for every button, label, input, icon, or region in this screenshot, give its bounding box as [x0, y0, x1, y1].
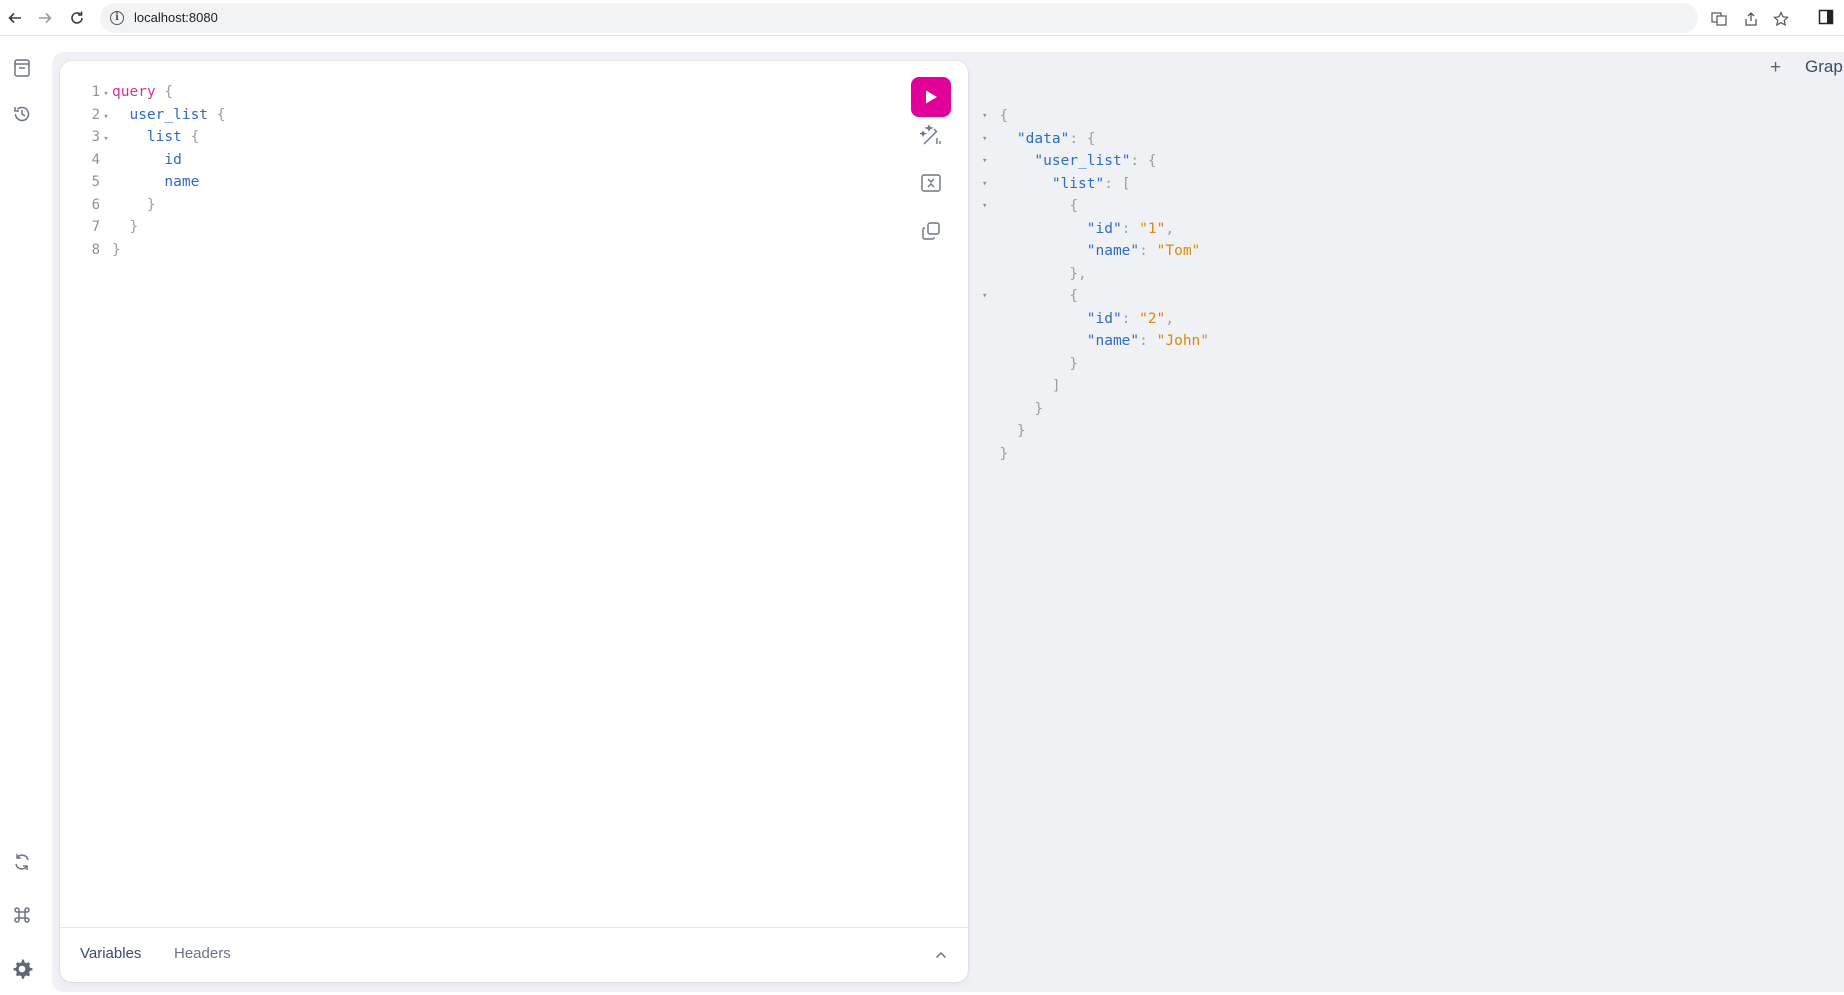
code-line: 1 ▾ query {: [80, 81, 226, 104]
shortcuts-button[interactable]: [8, 901, 36, 929]
reload-button[interactable]: [66, 7, 88, 29]
result-line: ▾ "data": {: [982, 128, 1209, 151]
code-line: 2 ▾ user_list {: [80, 104, 226, 127]
merge-icon: [921, 174, 941, 192]
settings-button[interactable]: [8, 955, 36, 983]
result-line: }: [1069, 355, 1079, 372]
result-line: ▾ {: [982, 105, 1209, 128]
site-info-icon[interactable]: i: [110, 11, 124, 25]
history-button[interactable]: [8, 100, 36, 128]
copy-query-button[interactable]: [911, 211, 951, 251]
result-line: }: [999, 445, 1009, 462]
side-panel-icon: [1818, 9, 1834, 25]
graphiql-app: + Grap 1 ▾ query { 2 ▾ user_list { 3 ▾ list …: [0, 37, 1844, 995]
result-line: "id": "2",: [1086, 310, 1175, 327]
refetch-schema-button[interactable]: [8, 848, 36, 876]
forward-button[interactable]: [34, 7, 56, 29]
toggle-editor-tools-button[interactable]: [928, 942, 954, 968]
query-editor[interactable]: 1 ▾ query { 2 ▾ user_list { 3 ▾ list { 4 id …: [80, 81, 226, 261]
fold-arrow-icon: ▾: [982, 111, 988, 121]
fold-arrow-icon: ▾: [982, 178, 988, 189]
back-button[interactable]: [4, 7, 26, 29]
fold-arrow-icon: ▾: [982, 133, 988, 144]
chevron-up-icon: [935, 951, 947, 959]
arrow-left-icon: [8, 12, 21, 24]
fold-arrow-icon: ▾: [103, 111, 109, 122]
reload-icon: [71, 11, 83, 24]
tab-headers[interactable]: Headers: [174, 945, 231, 962]
add-tab-button[interactable]: +: [1770, 57, 1781, 81]
copy-icon: [922, 222, 940, 240]
result-line: ▾ "list": [: [982, 173, 1209, 196]
arrow-right-icon: [39, 12, 52, 24]
url-text: localhost:8080: [134, 10, 218, 25]
play-icon: [926, 90, 937, 104]
result-line: }: [1016, 423, 1026, 439]
translate-icon[interactable]: [1710, 10, 1728, 28]
share-icon[interactable]: [1742, 10, 1760, 28]
result-viewer[interactable]: ▾ { ▾ "data": { ▾ "user_list": { ▾ "list…: [982, 105, 1209, 465]
result-line: ▾ {: [982, 285, 1209, 308]
tab-variables[interactable]: Variables: [80, 945, 141, 962]
editor-tools-bar: Variables Headers: [60, 927, 968, 982]
browser-toolbar: i localhost:8080: [0, 0, 1844, 36]
result-line: ▾ "user_list": {: [982, 150, 1209, 173]
code-line: 3 ▾ list {: [80, 126, 226, 149]
fold-arrow-icon: ▾: [982, 156, 988, 166]
execute-query-button[interactable]: [911, 77, 951, 117]
prettify-icon: [920, 124, 941, 145]
docs-icon: [14, 59, 30, 77]
result-line: "id": "1",: [1086, 220, 1175, 237]
merge-fragments-button[interactable]: [911, 163, 951, 203]
result-line: "name": "John": [1086, 333, 1210, 349]
prettify-button[interactable]: [911, 115, 951, 155]
code-line: 6 }: [91, 196, 156, 213]
result-line: "name": "Tom": [1086, 243, 1201, 259]
query-editor-pane: 1 ▾ query { 2 ▾ user_list { 3 ▾ list { 4 id …: [60, 61, 968, 982]
fold-arrow-icon: ▾: [103, 89, 109, 99]
side-panel-button[interactable]: [1818, 9, 1836, 27]
fold-arrow-icon: ▾: [982, 201, 988, 211]
graphiql-title: Grap: [1805, 57, 1843, 76]
result-line: ]: [1051, 378, 1061, 394]
bookmark-star-icon[interactable]: [1772, 10, 1790, 28]
fold-arrow-icon: ▾: [982, 291, 988, 301]
result-line: },: [1069, 265, 1087, 282]
result-line: ▾ {: [982, 195, 1209, 218]
docs-explorer-button[interactable]: [8, 54, 36, 82]
fold-arrow-icon: ▾: [103, 134, 109, 144]
refetch-schema-icon: [15, 854, 29, 870]
code-line: 4 id: [91, 151, 182, 168]
shortcuts-icon: [14, 907, 30, 923]
code-line: 7 }: [91, 219, 139, 235]
code-line: 8}: [91, 241, 121, 258]
history-icon: [14, 106, 30, 122]
settings-icon: [13, 959, 33, 979]
address-bar[interactable]: i localhost:8080: [100, 3, 1789, 33]
code-line: 5 name: [91, 174, 200, 190]
result-line: }: [1034, 400, 1044, 417]
